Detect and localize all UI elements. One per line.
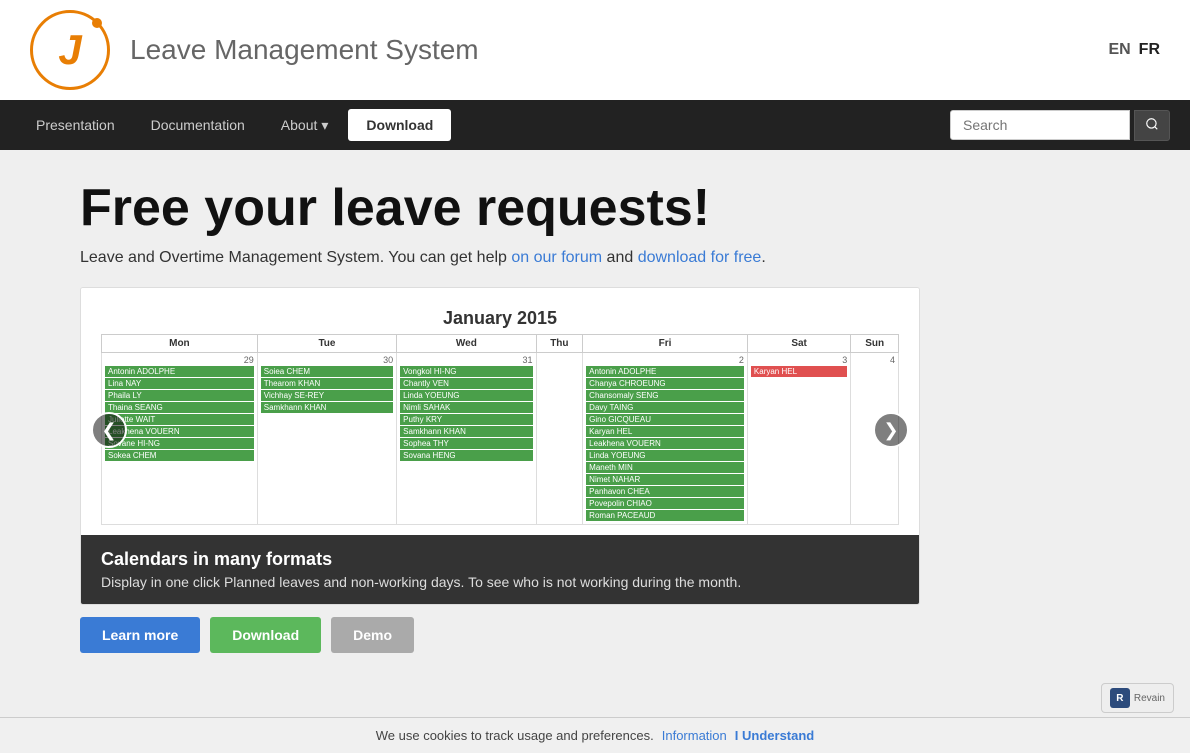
search-input[interactable] <box>950 110 1130 140</box>
logo-dot <box>92 18 102 28</box>
logo-area: J Leave Management System <box>30 10 479 90</box>
table-row: 29 Antonin ADOLPHE Lina NAY Phaila LY Th… <box>102 353 899 525</box>
search-icon <box>1145 117 1159 131</box>
site-header: J Leave Management System EN FR <box>0 0 1190 100</box>
cookie-understand-link[interactable]: I Understand <box>735 728 814 743</box>
carousel: ❮ ❯ January 2015 Mon Tue Wed Thu Fri Sat <box>80 287 920 605</box>
download-action-button[interactable]: Download <box>210 617 321 653</box>
calendar-image: January 2015 Mon Tue Wed Thu Fri Sat Sun <box>81 288 919 535</box>
forum-link[interactable]: on our forum <box>511 249 602 266</box>
search-button[interactable] <box>1134 110 1170 141</box>
cookie-text: We use cookies to track usage and prefer… <box>376 728 654 743</box>
cal-cell: 3 Karyan HEL <box>747 353 850 525</box>
calendar-title: January 2015 <box>91 298 909 334</box>
cookie-info-link[interactable]: Information <box>662 728 727 743</box>
nav-search-area <box>950 110 1170 141</box>
carousel-next-button[interactable]: ❯ <box>873 412 909 448</box>
learn-more-button[interactable]: Learn more <box>80 617 200 653</box>
cal-header-tue: Tue <box>257 335 396 353</box>
cal-header-sat: Sat <box>747 335 850 353</box>
nav-documentation[interactable]: Documentation <box>135 100 261 150</box>
nav-links: Presentation Documentation About ▾ Downl… <box>20 100 451 150</box>
calendar-grid: Mon Tue Wed Thu Fri Sat Sun 29 <box>101 334 899 525</box>
download-link[interactable]: download for free <box>638 249 762 266</box>
action-buttons: Learn more Download Demo <box>80 617 1110 653</box>
carousel-caption: Calendars in many formats Display in one… <box>81 535 919 604</box>
caption-text: Display in one click Planned leaves and … <box>101 574 899 590</box>
lang-en-button[interactable]: EN <box>1108 41 1130 59</box>
site-title: Leave Management System <box>130 34 479 66</box>
cal-cell: 31 Vongkol HI-NG Chantly VEN Linda YOEUN… <box>397 353 536 525</box>
carousel-prev-button[interactable]: ❮ <box>91 412 127 448</box>
cal-header-wed: Wed <box>397 335 536 353</box>
language-switcher: EN FR <box>1108 41 1160 59</box>
cal-cell: 2 Antonin ADOLPHE Chanya CHROEUNG Chanso… <box>583 353 748 525</box>
main-content: Free your leave requests! Leave and Over… <box>0 150 1190 750</box>
cal-header-mon: Mon <box>102 335 258 353</box>
revain-badge: R Revain <box>1101 683 1174 713</box>
cal-header-thu: Thu <box>536 335 583 353</box>
lang-fr-button[interactable]: FR <box>1139 41 1160 59</box>
cal-cell <box>536 353 583 525</box>
logo-icon: J <box>30 10 110 90</box>
revain-label: Revain <box>1134 693 1165 704</box>
revain-icon: R <box>1110 688 1130 708</box>
caption-title: Calendars in many formats <box>101 549 899 570</box>
navbar: Presentation Documentation About ▾ Downl… <box>0 100 1190 150</box>
hero-title: Free your leave requests! <box>80 180 1110 237</box>
cal-header-sun: Sun <box>851 335 899 353</box>
carousel-inner: ❮ ❯ January 2015 Mon Tue Wed Thu Fri Sat <box>81 288 919 604</box>
cookie-bar: We use cookies to track usage and prefer… <box>0 717 1190 753</box>
demo-button[interactable]: Demo <box>331 617 414 653</box>
nav-about[interactable]: About ▾ <box>265 100 345 150</box>
cal-cell: 30 Soiea CHEM Thearom KHAN Vichhay SE-RE… <box>257 353 396 525</box>
nav-download-button[interactable]: Download <box>348 109 451 141</box>
nav-presentation[interactable]: Presentation <box>20 100 131 150</box>
cal-header-fri: Fri <box>583 335 748 353</box>
hero-subtitle: Leave and Overtime Management System. Yo… <box>80 249 1110 267</box>
